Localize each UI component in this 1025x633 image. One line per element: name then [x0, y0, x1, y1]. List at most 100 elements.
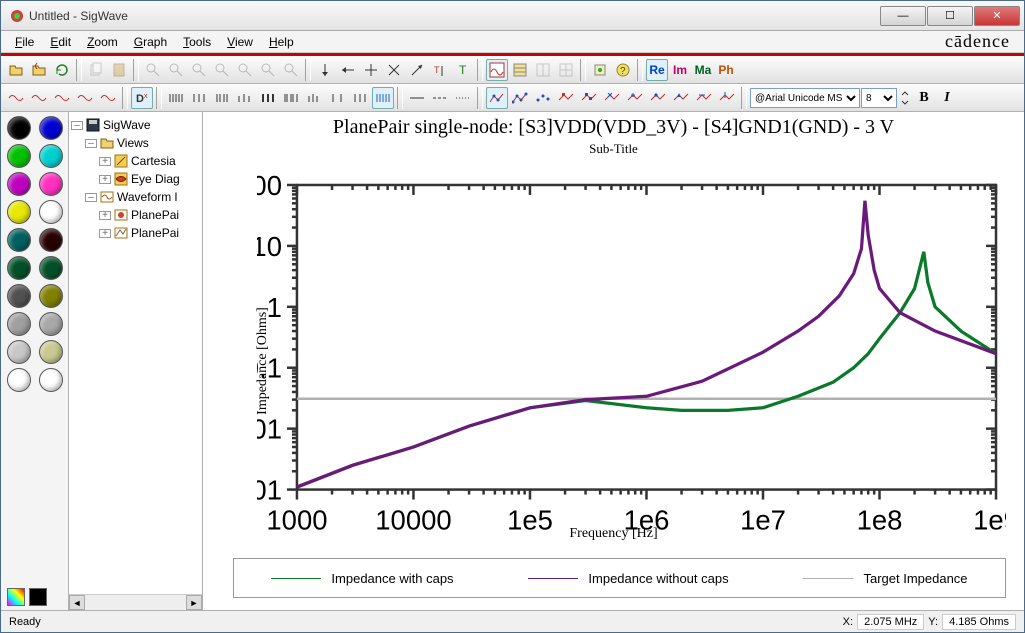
menu-view[interactable]: View — [219, 33, 261, 51]
color-swatch-11[interactable] — [39, 256, 63, 280]
tree-hscroll[interactable]: ◄ ► — [69, 594, 202, 610]
zoom-x-icon[interactable] — [211, 59, 233, 81]
pts1-icon[interactable] — [486, 87, 508, 109]
text-marker-icon[interactable]: T — [452, 59, 474, 81]
color-swatch-19[interactable] — [39, 368, 63, 392]
close-button[interactable]: ✕ — [974, 6, 1020, 26]
tree-pp2[interactable]: + PlanePai — [71, 224, 200, 242]
view-grid-icon[interactable] — [509, 59, 531, 81]
phase-button[interactable]: Ph — [715, 59, 737, 81]
color-swatch-16[interactable] — [7, 340, 31, 364]
dash3-icon[interactable] — [452, 87, 474, 109]
tree-pp1[interactable]: + PlanePai — [71, 206, 200, 224]
italic-button[interactable]: I — [936, 87, 958, 109]
pts2-icon[interactable] — [509, 87, 531, 109]
mag-button[interactable]: Ma — [692, 59, 714, 81]
bar10-icon[interactable] — [372, 87, 394, 109]
color-swatch-14[interactable] — [7, 312, 31, 336]
color-swatch-2[interactable] — [7, 144, 31, 168]
bold-button[interactable]: B — [913, 87, 935, 109]
dash2-icon[interactable] — [429, 87, 451, 109]
wave3-icon[interactable] — [51, 87, 73, 109]
color-swatch-6[interactable] — [7, 200, 31, 224]
marker-cross-icon[interactable] — [360, 59, 382, 81]
color-swatch-3[interactable] — [39, 144, 63, 168]
bar7-icon[interactable] — [303, 87, 325, 109]
pts9-icon[interactable] — [670, 87, 692, 109]
zoom-next-icon[interactable] — [280, 59, 302, 81]
dash1-icon[interactable] — [406, 87, 428, 109]
palette-black-icon[interactable] — [29, 588, 47, 606]
view-wave-icon[interactable] — [486, 59, 508, 81]
tree-eye[interactable]: + Eye Diag — [71, 170, 200, 188]
zoom-fit-icon[interactable] — [188, 59, 210, 81]
marker-x-icon[interactable] — [383, 59, 405, 81]
tree-cartesian[interactable]: + Cartesia — [71, 152, 200, 170]
color-swatch-7[interactable] — [39, 200, 63, 224]
plot-canvas[interactable]: 0.0010.010.11101001000100001e51e61e71e81… — [257, 170, 1006, 545]
help-icon[interactable]: ? — [612, 59, 634, 81]
zoom-out-icon[interactable] — [165, 59, 187, 81]
bar9-icon[interactable] — [349, 87, 371, 109]
color-swatch-10[interactable] — [7, 256, 31, 280]
palette-multicolor-icon[interactable] — [7, 588, 25, 606]
maximize-button[interactable]: ☐ — [927, 6, 973, 26]
color-swatch-5[interactable] — [39, 172, 63, 196]
bar3-icon[interactable] — [211, 87, 233, 109]
scroll-right-icon[interactable]: ► — [186, 595, 202, 610]
fontsize-up-icon[interactable] — [898, 87, 912, 109]
bar1-icon[interactable] — [165, 87, 187, 109]
color-swatch-1[interactable] — [39, 116, 63, 140]
pts6-icon[interactable] — [601, 87, 623, 109]
wave2-icon[interactable] — [28, 87, 50, 109]
color-swatch-17[interactable] — [39, 340, 63, 364]
zoom-y-icon[interactable] — [234, 59, 256, 81]
pts11-icon[interactable] — [716, 87, 738, 109]
pts3-icon[interactable] — [532, 87, 554, 109]
view-quad-icon[interactable] — [555, 59, 577, 81]
open-icon[interactable] — [5, 59, 27, 81]
tree-waveform[interactable]: – Waveform l — [71, 188, 200, 206]
color-swatch-12[interactable] — [7, 284, 31, 308]
wave1-icon[interactable] — [5, 87, 27, 109]
pts7-icon[interactable] — [624, 87, 646, 109]
pts4-icon[interactable] — [555, 87, 577, 109]
pts8-icon[interactable] — [647, 87, 669, 109]
marker-left-icon[interactable] — [337, 59, 359, 81]
menu-zoom[interactable]: Zoom — [79, 33, 126, 51]
scroll-left-icon[interactable]: ◄ — [69, 595, 85, 610]
font-select[interactable]: @Arial Unicode MS — [750, 88, 860, 108]
color-swatch-18[interactable] — [7, 368, 31, 392]
pts10-icon[interactable] — [693, 87, 715, 109]
color-swatch-9[interactable] — [39, 228, 63, 252]
color-swatch-15[interactable] — [39, 312, 63, 336]
pts5-icon[interactable] — [578, 87, 600, 109]
bar2-icon[interactable] — [188, 87, 210, 109]
menu-file[interactable]: File — [7, 33, 42, 51]
menu-graph[interactable]: Graph — [126, 33, 175, 51]
wave5-icon[interactable] — [97, 87, 119, 109]
bar5-icon[interactable] — [257, 87, 279, 109]
imag-button[interactable]: Im — [669, 59, 691, 81]
menu-tools[interactable]: Tools — [175, 33, 219, 51]
minimize-button[interactable]: — — [880, 6, 926, 26]
real-button[interactable]: Re — [646, 59, 668, 81]
bar8-icon[interactable] — [326, 87, 348, 109]
color-swatch-13[interactable] — [39, 284, 63, 308]
color-swatch-8[interactable] — [7, 228, 31, 252]
wave4-icon[interactable] — [74, 87, 96, 109]
bar4-icon[interactable] — [234, 87, 256, 109]
tree-root[interactable]: – SigWave — [71, 116, 200, 134]
menu-edit[interactable]: Edit — [42, 33, 79, 51]
open2-icon[interactable] — [28, 59, 50, 81]
d-toggle-icon[interactable]: Dx — [131, 87, 153, 109]
view-split-icon[interactable] — [532, 59, 554, 81]
refresh-icon[interactable] — [51, 59, 73, 81]
paste-icon[interactable] — [108, 59, 130, 81]
marker-diag-icon[interactable] — [406, 59, 428, 81]
menu-help[interactable]: Help — [261, 33, 302, 51]
color-swatch-4[interactable] — [7, 172, 31, 196]
zoom-in-icon[interactable] — [142, 59, 164, 81]
bar6-icon[interactable] — [280, 87, 302, 109]
tree-views[interactable]: – Views — [71, 134, 200, 152]
